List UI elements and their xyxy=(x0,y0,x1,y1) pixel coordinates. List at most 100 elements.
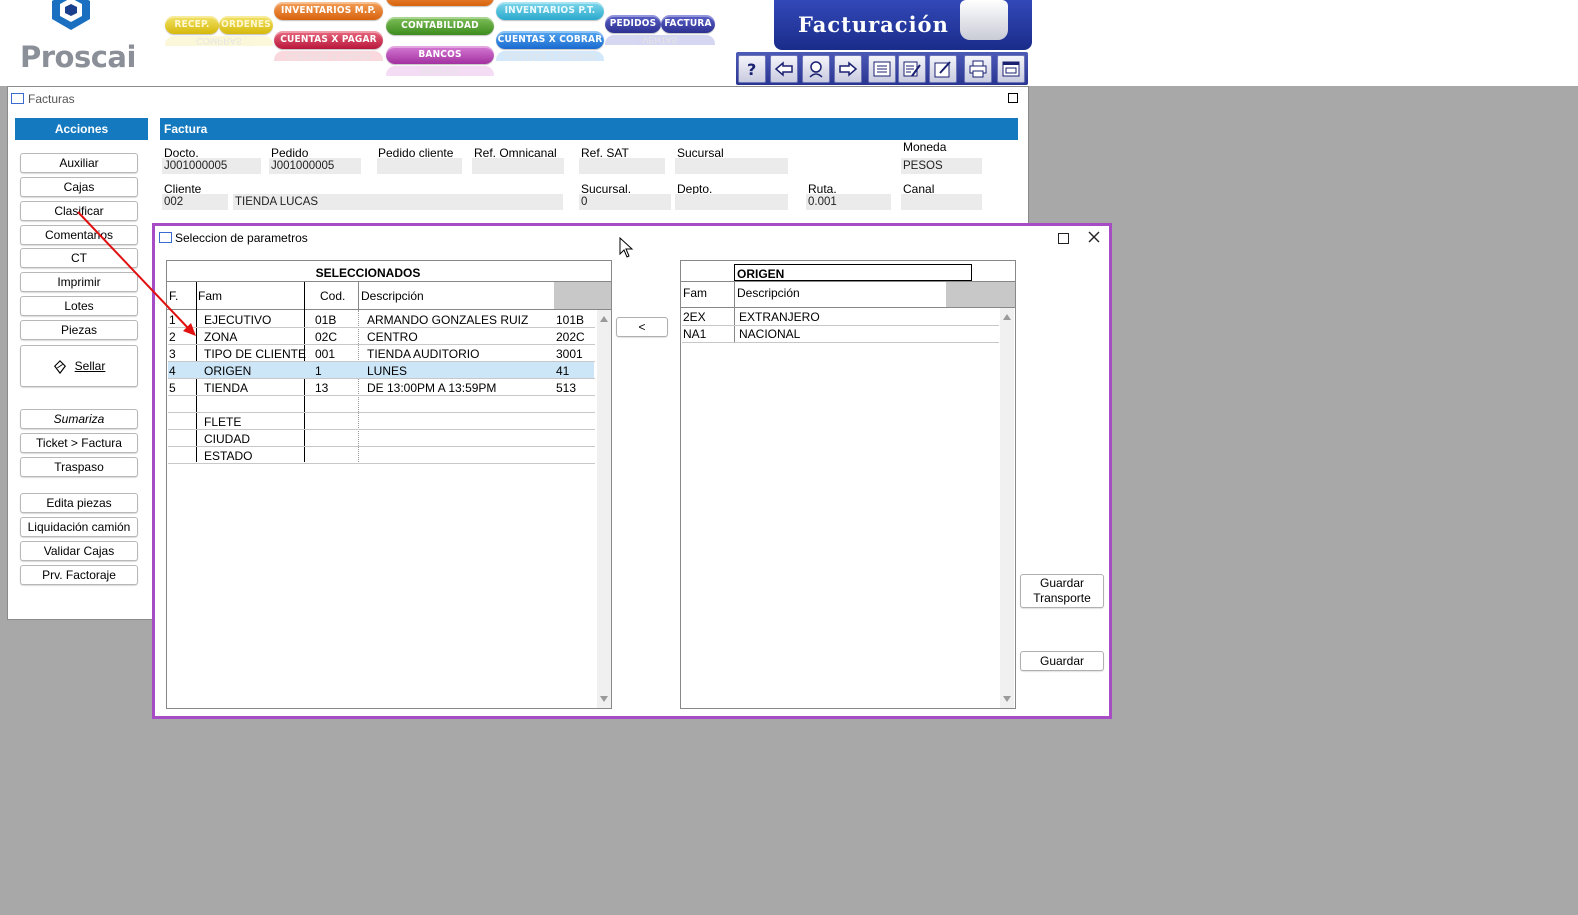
grid-cell-extra[interactable]: 3001 xyxy=(556,347,583,361)
module-contabilidad-button[interactable]: CONTABILIDAD xyxy=(386,17,494,35)
grid-cell-desc[interactable]: LUNES xyxy=(367,364,407,378)
facturacion-banner: Facturación xyxy=(774,0,1032,50)
grid-cell-extra[interactable]: 202C xyxy=(556,330,585,344)
grid-cell-f[interactable]: 1 xyxy=(169,313,176,327)
imprimir-button[interactable]: Imprimir xyxy=(20,272,138,292)
canal-field[interactable] xyxy=(901,194,982,210)
sellar-button[interactable]: Sellar xyxy=(20,345,138,387)
help-icon[interactable]: ? xyxy=(738,55,766,83)
origen-cell-desc[interactable]: NACIONAL xyxy=(739,327,800,341)
module-pedidos-button[interactable]: PEDIDOS xyxy=(605,15,661,33)
right-scrollbar[interactable] xyxy=(1000,308,1014,708)
module-factura-button[interactable]: FACTURA xyxy=(661,15,715,33)
scroll-down-icon[interactable] xyxy=(1003,696,1011,702)
module-ordenes-button[interactable]: ORDENES xyxy=(219,16,273,34)
module-inventarios-mp-button[interactable]: INVENTARIOS M.P. xyxy=(274,2,383,20)
grid-cell-fam[interactable]: EJECUTIVO xyxy=(204,313,271,327)
sucursal-field[interactable] xyxy=(675,158,788,174)
grid-cell-fam[interactable]: ZONA xyxy=(204,330,237,344)
left-scrollbar[interactable] xyxy=(597,310,611,708)
traspaso-button[interactable]: Traspaso xyxy=(20,457,138,477)
grid-cell-f[interactable]: 4 xyxy=(169,364,176,378)
search-user-icon[interactable] xyxy=(802,55,830,83)
pedido-field[interactable]: J001000005 xyxy=(269,158,361,174)
module-top-partial xyxy=(386,0,494,6)
maximize-icon[interactable] xyxy=(1008,93,1018,103)
scroll-down-icon[interactable] xyxy=(600,696,608,702)
grid-cell-fam[interactable]: ESTADO xyxy=(204,449,252,463)
grid-cell-cod[interactable]: 01B xyxy=(315,313,336,327)
row-separator xyxy=(682,342,999,343)
edit-list-icon[interactable] xyxy=(898,55,926,83)
grid-cell-f[interactable]: 2 xyxy=(169,330,176,344)
cajas-button[interactable]: Cajas xyxy=(20,177,138,197)
origen-cell-fam[interactable]: NA1 xyxy=(683,327,706,341)
comentarios-button[interactable]: Comentarios xyxy=(20,225,138,245)
module-recep-button[interactable]: RECEP. xyxy=(165,16,219,34)
dialog-window-icon xyxy=(159,232,172,243)
scroll-up-icon[interactable] xyxy=(1003,314,1011,320)
grid-cell-fam[interactable]: ORIGEN xyxy=(204,364,251,378)
grid-cell-desc[interactable]: DE 13:00PM A 13:59PM xyxy=(367,381,496,395)
liquidacion-camion-button[interactable]: Liquidación camión xyxy=(20,517,138,537)
grid-cell-cod[interactable]: 02C xyxy=(315,330,337,344)
module-inventarios-pt-button[interactable]: INVENTARIOS P.T. xyxy=(496,2,604,20)
piezas-button[interactable]: Piezas xyxy=(20,320,138,340)
origen-cell-desc[interactable]: EXTRANJERO xyxy=(739,310,820,324)
col-fam-header: Fam xyxy=(198,289,222,303)
ref-omnicanal-field[interactable] xyxy=(472,158,564,174)
prv-factoraje-button[interactable]: Prv. Factoraje xyxy=(20,565,138,585)
edita-piezas-button[interactable]: Edita piezas xyxy=(20,493,138,513)
grid-cell-fam[interactable]: TIPO DE CLIENTE xyxy=(204,347,306,361)
ticket-factura-button[interactable]: Ticket > Factura xyxy=(20,433,138,453)
move-left-button[interactable]: < xyxy=(616,317,668,337)
grid-cell-extra[interactable]: 101B xyxy=(556,313,584,327)
close-icon[interactable] xyxy=(1086,229,1102,245)
grid-cell-fam[interactable]: FLETE xyxy=(204,415,241,429)
grid-cell-cod[interactable]: 13 xyxy=(315,381,328,395)
validar-cajas-button[interactable]: Validar Cajas xyxy=(20,541,138,561)
window-icon[interactable] xyxy=(997,55,1025,83)
grid-cell-desc[interactable]: ARMANDO GONZALES RUIZ xyxy=(367,313,528,327)
module-cuentas-cobrar-button[interactable]: CUENTAS X COBRAR xyxy=(496,31,604,49)
depto-field[interactable] xyxy=(675,194,788,210)
pedido-cliente-field[interactable] xyxy=(377,158,462,174)
sumariza-button[interactable]: Sumariza xyxy=(20,409,138,429)
grid-cell-extra[interactable]: 41 xyxy=(556,364,569,378)
module-bancos-button[interactable]: BANCOS xyxy=(386,46,494,64)
clasificar-button[interactable]: Clasificar xyxy=(20,201,138,221)
ct-button[interactable]: CT xyxy=(20,248,138,268)
moneda-field[interactable]: PESOS xyxy=(901,158,982,174)
module-cuentas-pagar-button[interactable]: CUENTAS X PAGAR xyxy=(274,31,383,49)
cliente-name-field[interactable]: TIENDA LUCAS xyxy=(233,194,563,210)
lotes-button[interactable]: Lotes xyxy=(20,296,138,316)
origen-cell-fam[interactable]: 2EX xyxy=(683,310,706,324)
docto-field[interactable]: J001000005 xyxy=(162,158,261,174)
grid-cell-f[interactable]: 3 xyxy=(169,347,176,361)
window-icon xyxy=(11,93,24,104)
cliente-code-field[interactable]: 002 xyxy=(162,194,228,210)
forward-arrow-icon[interactable] xyxy=(834,55,862,83)
maximize-icon[interactable] xyxy=(1058,233,1069,244)
edit-icon[interactable] xyxy=(929,55,957,83)
list-icon[interactable] xyxy=(868,55,896,83)
grid-cell-extra[interactable]: 513 xyxy=(556,381,576,395)
grid-cell-fam[interactable]: TIENDA xyxy=(204,381,248,395)
grid-cell-desc[interactable]: TIENDA AUDITORIO xyxy=(367,347,479,361)
right-header-filler xyxy=(946,282,1015,308)
grid-cell-desc[interactable]: CENTRO xyxy=(367,330,418,344)
grid-cell-fam[interactable]: CIUDAD xyxy=(204,432,250,446)
auxiliar-button[interactable]: Auxiliar xyxy=(20,153,138,173)
sucursal2-field[interactable]: 0 xyxy=(579,194,671,210)
window-title: Facturas xyxy=(28,92,75,106)
grid-cell-cod[interactable]: 1 xyxy=(315,364,322,378)
print-icon[interactable] xyxy=(964,55,992,83)
grid-cell-cod[interactable]: 001 xyxy=(315,347,335,361)
ref-sat-field[interactable] xyxy=(579,158,665,174)
guardar-transporte-button[interactable]: Guardar Transporte xyxy=(1020,574,1104,608)
ruta-field[interactable]: 0.001 xyxy=(806,194,891,210)
back-arrow-icon[interactable] xyxy=(770,55,798,83)
grid-cell-f[interactable]: 5 xyxy=(169,381,176,395)
scroll-up-icon[interactable] xyxy=(600,316,608,322)
guardar-button[interactable]: Guardar xyxy=(1020,651,1104,671)
